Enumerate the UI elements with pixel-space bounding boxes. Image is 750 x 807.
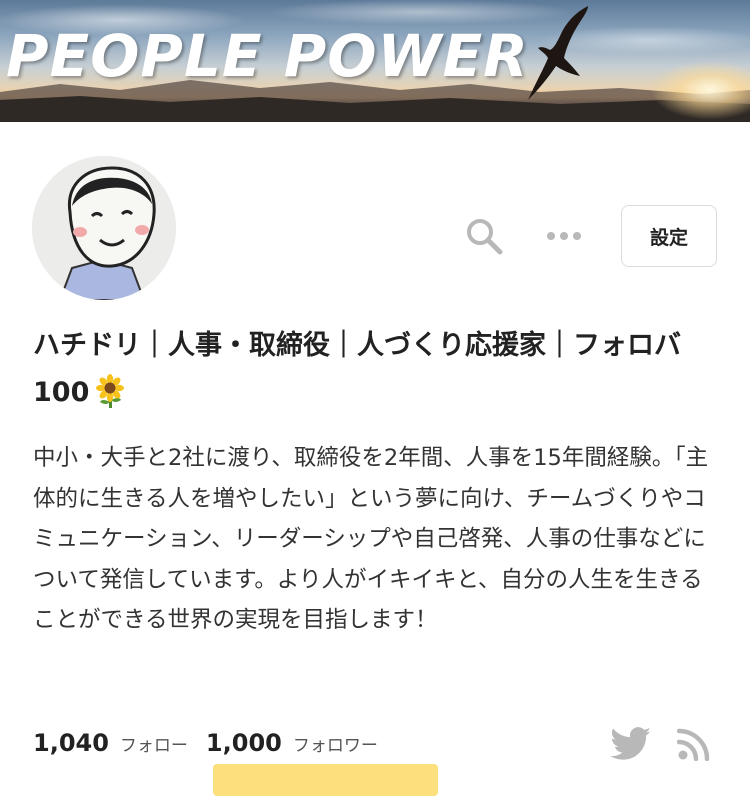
rss-icon [677,728,710,761]
banner-title: PEOPLE POWER [6,22,529,90]
search-icon [467,219,503,255]
settings-button[interactable]: 設定 [621,205,717,267]
search-button[interactable] [462,214,506,258]
eagle-icon [528,6,588,100]
followers-count[interactable]: 1,000 [206,729,282,757]
followers-label[interactable]: フォロワー [293,731,378,756]
profile-bio: 中小・大手と2社に渡り、取締役を2年間、人事を15年間経験。「主体的に生きる人を… [33,445,709,633]
following-count[interactable]: 1,040 [33,729,109,757]
follow-stats: 1,040 フォロー 1,000 フォロワー [33,729,378,765]
avatar-illustration [32,156,176,300]
banner-sun [650,60,750,120]
rss-link[interactable] [676,726,712,762]
sunflower-icon [96,374,125,408]
followers-highlight [213,764,438,796]
twitter-icon [610,727,651,760]
more-icon [547,232,581,240]
more-options-button[interactable] [544,222,584,250]
profile-name-text: ハチドリ｜人事・取締役｜人づくり応援家｜フォロバ100 [33,330,681,408]
following-label[interactable]: フォロー [120,731,188,756]
header-banner: PEOPLE POWER [0,0,750,122]
twitter-link[interactable] [608,724,654,764]
avatar[interactable] [32,156,176,300]
profile-name: ハチドリ｜人事・取締役｜人づくり応援家｜フォロバ100 [33,322,723,416]
